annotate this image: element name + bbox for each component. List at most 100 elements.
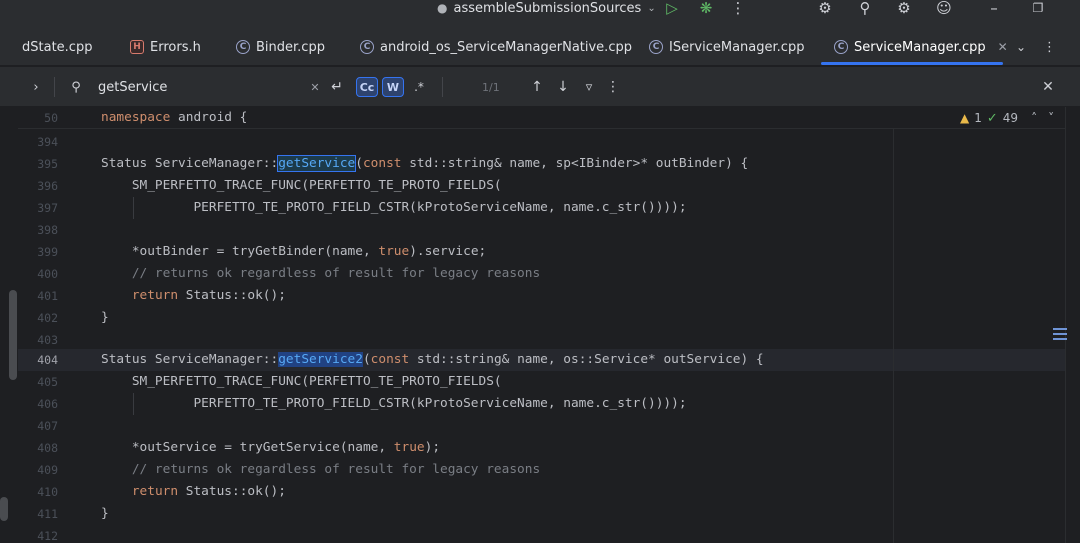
line-number: 412 (37, 529, 58, 543)
next-occurrence-icon[interactable]: ↓ (554, 67, 572, 107)
line-397: 397 PERFETTO_TE_PROTO_FIELD_CSTR(kProtoS… (0, 197, 1065, 219)
tab-label: Binder.cpp (256, 39, 325, 55)
editor-scrollbar[interactable] (1065, 107, 1080, 543)
line-409: 409 // returns ok regardless of result f… (0, 459, 1065, 481)
check-icon: ✓ (986, 110, 998, 126)
search-history-icon[interactable]: ⚲ (66, 67, 86, 107)
line-number: 397 (37, 201, 58, 215)
search-result-marker[interactable] (1053, 333, 1067, 335)
search-match: getService (277, 155, 357, 172)
tab-iservicemanager-cpp[interactable]: C IServiceManager.cpp (649, 28, 804, 66)
divider (442, 77, 443, 97)
line-number: 404 (37, 353, 58, 367)
code-line: Status ServiceManager::getService2(const… (101, 352, 764, 367)
code-line: *outBinder = tryGetBinder(name, true).se… (101, 244, 487, 259)
chevron-down-icon[interactable]: ˅ (1048, 111, 1054, 125)
close-find-icon[interactable]: ✕ (1038, 67, 1058, 107)
inspection-widget[interactable]: ▲ 1 ✓ 49 ˄ ˅ (960, 107, 1054, 129)
tab-label: ServiceManager.cpp (854, 39, 986, 55)
line-403: 403 (0, 329, 1065, 351)
warning-icon: ▲ (960, 111, 970, 125)
code-line: PERFETTO_TE_PROTO_FIELD_CSTR(kProtoServi… (101, 200, 687, 215)
line-405: 405 SM_PERFETTO_TRACE_FUNC(PERFETTO_TE_P… (0, 371, 1065, 393)
find-bar: › ⚲ getService ✕ ↵ Cc W .* 1/1 ↑ ↓ ▿ ⋮ ✕ (0, 67, 1080, 107)
code-line: Status ServiceManager::getService(const … (101, 155, 749, 172)
close-icon[interactable]: ✕ (998, 40, 1008, 54)
cpp-file-icon: C (834, 40, 848, 54)
tab-label: dState.cpp (22, 39, 93, 55)
line-number: 400 (37, 267, 58, 281)
code-line: SM_PERFETTO_TRACE_FUNC(PERFETTO_TE_PROTO… (101, 374, 502, 389)
line-400: 400 // returns ok regardless of result f… (0, 263, 1065, 285)
line-399: 399 *outBinder = tryGetBinder(name, true… (0, 241, 1065, 263)
tab-errors-h[interactable]: H Errors.h (130, 28, 201, 66)
editor-tab-bar: dState.cpp H Errors.h C Binder.cpp C and… (0, 28, 1080, 66)
find-more-icon[interactable]: ⋮ (606, 67, 620, 107)
code-line: return Status::ok(); (131, 288, 286, 303)
expand-replace-icon[interactable]: › (28, 67, 44, 107)
tab-list-chevron-icon[interactable]: ⌄ (1016, 28, 1026, 66)
line-number: 409 (37, 463, 58, 477)
line-406: 406 PERFETTO_TE_PROTO_FIELD_CSTR(kProtoS… (0, 393, 1065, 415)
code-comment: // returns ok regardless of result for l… (101, 462, 541, 477)
restore-icon[interactable]: ❐ (1028, 0, 1048, 16)
line-407: 407 (0, 415, 1065, 437)
line-number: 411 (37, 507, 58, 521)
cpp-file-icon: C (649, 40, 663, 54)
regex-button[interactable]: .* (410, 67, 428, 107)
tab-binder-cpp[interactable]: C Binder.cpp (236, 28, 325, 66)
run-configuration-selector[interactable]: ● assembleSubmissionSources ⌄ (437, 0, 656, 16)
line-411: 411 } (0, 503, 1065, 525)
find-input[interactable]: getService (98, 67, 167, 107)
code-line: *outService = tryGetService(name, true); (101, 440, 441, 455)
line-410: 410 return Status::ok(); (0, 481, 1065, 503)
clear-search-icon[interactable]: ✕ (308, 67, 322, 107)
account-icon[interactable]: ☺ (933, 0, 955, 17)
bug-sync-icon[interactable]: ⚙ (815, 0, 835, 17)
sticky-scope-header[interactable]: 50 namespace android { (18, 107, 1065, 129)
line-number: 399 (37, 245, 58, 259)
line-number: 401 (37, 289, 58, 303)
code-line: namespace android { (101, 110, 248, 125)
tab-label: Errors.h (150, 39, 201, 55)
tab-android-os-servicemanagernative-cpp[interactable]: C android_os_ServiceManagerNative.cpp (360, 28, 632, 66)
line-number: 403 (37, 333, 58, 347)
tab-servicemanager-cpp[interactable]: C ServiceManager.cpp ✕ (834, 28, 1008, 66)
line-number: 395 (37, 157, 58, 171)
line-394: 394 (0, 131, 1065, 153)
filter-icon[interactable]: ▿ (580, 67, 598, 107)
new-line-icon[interactable]: ↵ (328, 67, 346, 107)
line-number: 406 (37, 397, 58, 411)
warning-count: 1 (974, 111, 982, 125)
main-toolbar: ● assembleSubmissionSources ⌄ ▷ ❋ ⋮ ⚙ ⚲ … (0, 0, 1080, 28)
whole-words-button[interactable]: W (382, 77, 404, 97)
search-match-selected: getService2 (278, 352, 363, 367)
search-result-marker[interactable] (1053, 328, 1067, 330)
code-line: return Status::ok(); (131, 484, 286, 499)
line-number: 408 (37, 441, 58, 455)
match-case-button[interactable]: Cc (356, 77, 378, 97)
line-number: 410 (37, 485, 58, 499)
search-icon[interactable]: ⚲ (855, 0, 875, 17)
line-number: 394 (37, 135, 58, 149)
tab-dstate-cpp[interactable]: dState.cpp (22, 28, 92, 66)
tab-label: IServiceManager.cpp (669, 39, 805, 55)
code-line: SM_PERFETTO_TRACE_FUNC(PERFETTO_TE_PROTO… (101, 178, 502, 193)
more-icon[interactable]: ⋮ (730, 0, 746, 17)
search-result-marker[interactable] (1053, 338, 1067, 340)
line-number: 50 (44, 111, 58, 125)
code-comment: // returns ok regardless of result for l… (101, 266, 541, 281)
gradle-icon: ● (437, 1, 448, 15)
line-number: 398 (37, 223, 58, 237)
debug-icon[interactable]: ❋ (696, 0, 716, 17)
tab-more-icon[interactable]: ⋮ (1043, 28, 1056, 66)
chevron-up-icon[interactable]: ˄ (1031, 111, 1037, 125)
active-tab-indicator (821, 62, 1003, 65)
line-number: 402 (37, 311, 58, 325)
settings-icon[interactable]: ⚙ (894, 0, 914, 17)
run-icon[interactable]: ▷ (662, 0, 682, 17)
tab-label: android_os_ServiceManagerNative.cpp (380, 39, 632, 55)
previous-occurrence-icon[interactable]: ↑ (528, 67, 546, 107)
minimize-icon[interactable]: – (984, 0, 1004, 17)
code-editor[interactable]: 50 namespace android { ▲ 1 ✓ 49 ˄ ˅ 394 … (0, 107, 1080, 543)
